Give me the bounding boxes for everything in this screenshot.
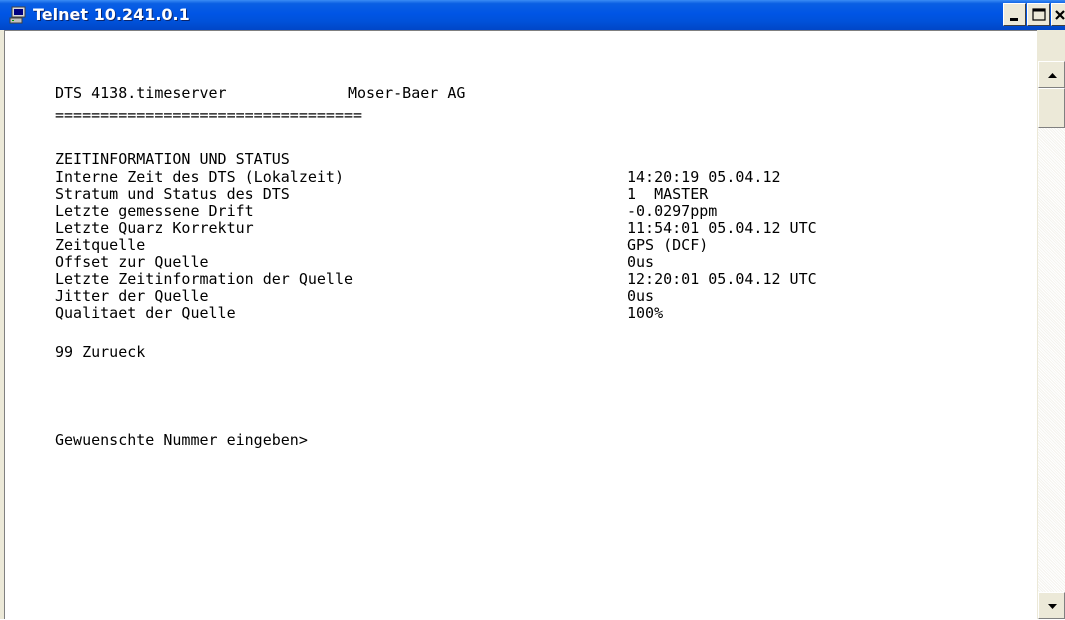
arrow-down-icon [1048,604,1057,609]
window-title: Telnet 10.241.0.1 [33,5,190,24]
row-value: 0us [627,287,655,305]
header-separator: ================================== [55,106,363,124]
header-left: DTS 4138.timeserver [55,84,227,102]
row-value: 11:54:01 05.04.12 UTC [627,219,817,237]
row-value: 14:20:19 05.04.12 [627,168,781,186]
header-right: Moser-Baer AG [348,84,466,102]
row-label: Zeitquelle [55,236,146,254]
telnet-console[interactable]: DTS 4138.timeserver Moser-Baer AG ======… [4,30,1037,619]
maximize-button[interactable] [1027,3,1050,26]
title-bar[interactable]: Telnet 10.241.0.1 [0,0,1065,30]
close-icon [1055,10,1065,20]
row-label: Stratum und Status des DTS [55,185,290,203]
row-label: Letzte Quarz Korrektur [55,219,254,237]
close-button[interactable] [1051,3,1065,26]
row-value: 12:20:01 05.04.12 UTC [627,270,817,288]
scroll-up-button[interactable] [1038,61,1065,88]
row-label: Interne Zeit des DTS (Lokalzeit) [55,168,344,186]
input-prompt[interactable]: Gewuenschte Nummer eingeben> [55,432,308,449]
row-label: Letzte gemessene Drift [55,202,254,220]
scrollbar-thumb[interactable] [1038,88,1065,128]
minimize-button[interactable] [1003,3,1026,26]
row-value: 100% [627,304,664,322]
row-value: 1 MASTER [627,185,709,203]
telnet-app-icon [9,6,26,24]
row-value: -0.0297ppm [627,202,718,220]
arrow-up-icon [1048,73,1057,78]
minimize-icon [1010,18,1018,21]
section-title: ZEITINFORMATION UND STATUS [55,150,290,168]
row-label: Offset zur Quelle [55,253,209,271]
vertical-scrollbar[interactable] [1038,61,1065,619]
row-value: GPS (DCF) [627,236,709,254]
row-label: Letzte Zeitinformation der Quelle [55,270,354,288]
row-label: Qualitaet der Quelle [55,304,236,322]
menu-option-back: 99 Zurueck [55,343,146,361]
row-value: 0us [627,253,655,271]
maximize-icon [1032,8,1046,21]
scroll-down-button[interactable] [1038,592,1065,619]
row-label: Jitter der Quelle [55,287,209,305]
telnet-window: Telnet 10.241.0.1 DTS 4138.timeserver Mo… [0,0,1065,619]
